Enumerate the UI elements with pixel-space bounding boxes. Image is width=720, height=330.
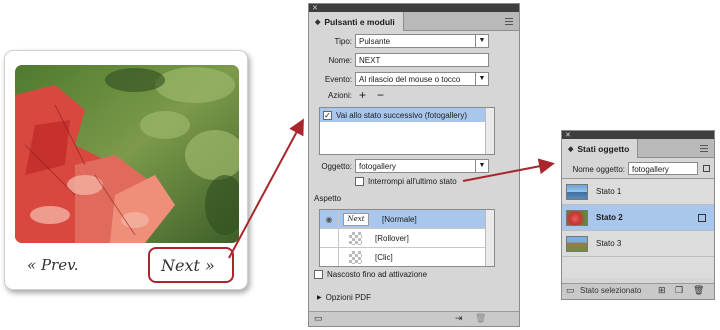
prev-button-label[interactable]: « Prev. [27,256,79,274]
panel-topbar: ✕ [562,131,714,139]
state-name: Stato 2 [596,213,623,222]
state-thumbnail [566,183,588,200]
chevron-down-icon: ▼ [475,160,488,172]
remove-action-button[interactable]: − [377,88,384,102]
oggetto-select[interactable]: fotogallery ▼ [355,159,489,173]
state-thumbnail: Next [343,212,369,226]
action-enabled-checkbox[interactable]: ✓ [323,110,332,120]
eye-icon[interactable]: ◉ [320,210,339,229]
photo-card: « Prev. Next » [4,50,248,290]
evento-label: Evento: [324,75,352,84]
chevron-down-icon: ▼ [475,35,488,47]
scrollbar[interactable] [485,210,494,266]
disclosure-triangle-icon: ▶ [317,295,322,301]
state-thumbnail [349,250,362,264]
aspetto-label: Aspetto [314,194,342,203]
nome-label: Nome: [328,56,352,65]
panel-footer: ▭ Stato selezionato ⊞ ❐ 🗑 [562,283,714,299]
nome-value: NEXT [359,56,381,65]
next-button-label: Next » [161,256,215,275]
preview-icon[interactable]: ▭ [314,312,323,325]
opzioni-pdf-label: Opzioni PDF [325,293,371,302]
state-name: Stato 3 [596,239,622,248]
nome-oggetto-label: Nome oggetto: [572,165,625,174]
collapse-icon[interactable]: ◆ [568,145,573,153]
gallery-photo [15,65,239,243]
new-state-icon[interactable]: ⊞ [658,284,666,297]
nome-oggetto-input[interactable]: fotogallery [628,162,698,175]
panel-menu-icon[interactable] [505,18,513,25]
interrompi-label: Interrompi all'ultimo stato [368,177,457,186]
appearance-states-list: ◉ Next [Normale] [Rollover] [Clic] [319,209,495,267]
panel-footer: ▭ ⇥ 🗑 [309,311,519,326]
object-states-panel: ✕ ◆ Stati oggetto Nome oggetto: fotogall… [561,130,715,300]
nome-input[interactable]: NEXT [355,53,489,67]
oggetto-label: Oggetto: [321,162,352,171]
frame-icon[interactable] [703,165,710,172]
panel-topbar: ✕ [309,4,519,12]
state-row-normale[interactable]: ◉ Next [Normale] [320,210,494,229]
collapse-icon[interactable]: ◆ [315,18,320,26]
state-name: [Normale] [382,214,417,224]
state-row-2[interactable]: Stato 2 [562,205,714,231]
convert-button-icon[interactable]: ⇥ [455,312,463,325]
panel-title: Stati oggetto [577,143,630,154]
trash-icon[interactable]: 🗑 [693,284,704,297]
azioni-label: Azioni: [327,91,352,100]
action-item[interactable]: ✓ Vai allo stato successivo (fotogallery… [320,108,494,122]
add-action-button[interactable]: + [359,88,366,102]
states-list: Stato 1 Stato 2 Stato 3 [562,178,714,278]
state-name: [Rollover] [375,233,409,243]
tab-stati-oggetto[interactable]: ◆ Stati oggetto [562,139,639,158]
trash-icon[interactable]: 🗑 [475,312,486,325]
tab-pulsanti-e-moduli[interactable]: ◆ Pulsanti e moduli [309,12,404,31]
state-row-clic[interactable]: [Clic] [320,247,494,266]
scrollbar[interactable] [485,108,494,154]
nascosto-label: Nascosto fino ad attivazione [327,270,428,279]
duplicate-icon[interactable]: ❐ [675,284,683,297]
state-name: [Clic] [375,252,393,262]
nascosto-checkbox[interactable] [314,270,323,279]
chevron-down-icon: ▼ [475,73,488,85]
interrompi-checkbox[interactable] [355,177,364,186]
nascosto-option[interactable]: Nascosto fino ad attivazione [314,270,427,279]
panel-title: Pulsanti e moduli [324,16,395,27]
action-item-label: Vai allo stato successivo (fotogallery) [336,110,468,120]
panel-menu-icon[interactable] [700,145,708,152]
actions-list: ✓ Vai allo stato successivo (fotogallery… [319,107,495,155]
state-thumbnail [566,209,588,226]
oggetto-value: fotogallery [359,162,396,171]
tipo-label: Tipo: [334,37,353,46]
footer-label: Stato selezionato [580,286,642,295]
state-name: Stato 1 [596,187,622,196]
tipo-value: Pulsante [359,37,391,46]
state-thumbnail [566,235,588,252]
close-icon[interactable]: ✕ [312,5,318,12]
nome-oggetto-value: fotogallery [632,165,669,174]
visibility-toggle[interactable] [320,228,339,248]
selection-handle-icon[interactable] [698,214,706,222]
evento-select[interactable]: Al rilascio del mouse o tocco ▼ [355,72,489,86]
visibility-toggle[interactable] [320,247,339,266]
state-row-3[interactable]: Stato 3 [562,231,714,257]
close-icon[interactable]: ✕ [565,132,571,139]
tipo-select[interactable]: Pulsante ▼ [355,34,489,48]
interrompi-option[interactable]: Interrompi all'ultimo stato [355,177,457,186]
evento-value: Al rilascio del mouse o tocco [359,75,461,84]
thumbnail-text: Next [347,214,365,223]
opzioni-pdf-toggle[interactable]: ▶ Opzioni PDF [317,293,371,302]
next-button[interactable]: Next » [148,247,234,283]
panel-tab-row: ◆ Stati oggetto [562,139,714,158]
buttons-forms-panel: ✕ ◆ Pulsanti e moduli Tipo: Pulsante ▼ N… [308,3,520,327]
state-row-1[interactable]: Stato 1 [562,179,714,205]
preview-icon[interactable]: ▭ [566,284,575,297]
state-row-rollover[interactable]: [Rollover] [320,228,494,248]
panel-tab-row: ◆ Pulsanti e moduli [309,12,519,31]
state-thumbnail [349,231,362,245]
